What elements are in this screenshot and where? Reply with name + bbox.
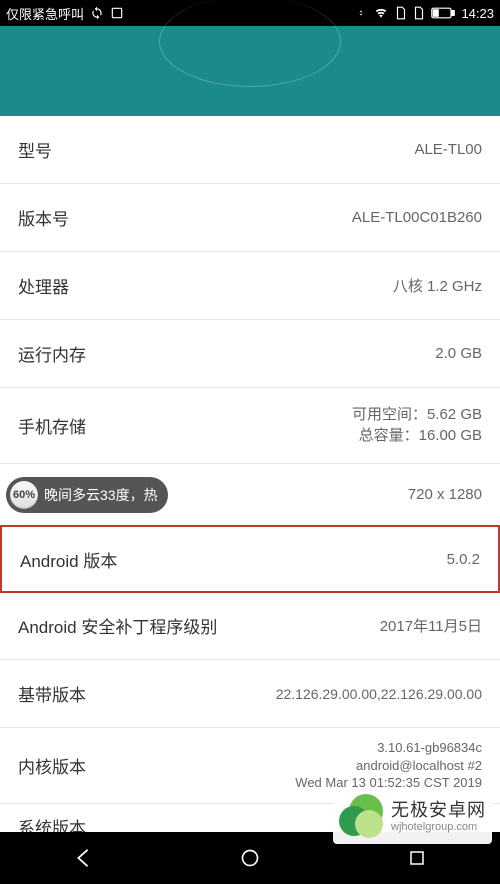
label-build: 版本号 xyxy=(18,205,69,230)
watermark: 无极安卓网 wjhotelgroup.com xyxy=(333,790,492,844)
sync-icon xyxy=(90,6,104,20)
row-ram[interactable]: 运行内存 2.0 GB xyxy=(0,320,500,388)
label-model: 型号 xyxy=(18,137,52,162)
value-resolution: 720 x 1280 xyxy=(408,486,482,503)
data-icon xyxy=(355,7,367,19)
row-baseband[interactable]: 基带版本 22.126.29.00.00,22.126.29.00.00 xyxy=(0,660,500,728)
watermark-logo-icon xyxy=(339,794,385,840)
watermark-url: wjhotelgroup.com xyxy=(391,821,486,833)
label-ram: 运行内存 xyxy=(18,341,86,366)
bubble-text: 晚间多云33度，热 xyxy=(44,485,158,505)
bubble-percent: 60% xyxy=(10,481,38,509)
value-ram: 2.0 GB xyxy=(435,345,482,362)
row-cpu[interactable]: 处理器 八核 1.2 GHz xyxy=(0,252,500,320)
row-storage[interactable]: 手机存储 可用空间：5.62 GB 总容量：16.00 GB xyxy=(0,388,500,464)
value-cpu: 八核 1.2 GHz xyxy=(393,275,482,296)
about-phone-panel: 型号 ALE-TL00 版本号 ALE-TL00C01B260 处理器 八核 1… xyxy=(0,116,500,849)
screenshot-icon xyxy=(110,6,124,20)
battery-icon xyxy=(431,7,455,19)
about-header xyxy=(0,26,500,116)
value-patch: 2017年11月5日 xyxy=(380,615,482,636)
label-patch: Android 安全补丁程序级别 xyxy=(18,613,217,638)
row-resolution[interactable]: 60% 晚间多云33度，热 720 x 1280 xyxy=(0,464,500,526)
recent-apps-button[interactable] xyxy=(402,843,432,873)
back-button[interactable] xyxy=(68,843,98,873)
value-android: 5.0.2 xyxy=(447,551,480,568)
value-build: ALE-TL00C01B260 xyxy=(352,209,482,226)
row-build-number[interactable]: 版本号 ALE-TL00C01B260 xyxy=(0,184,500,252)
label-cpu: 处理器 xyxy=(18,273,69,298)
carrier-text: 仅限紧急呼叫 xyxy=(6,4,84,23)
value-baseband: 22.126.29.00.00,22.126.29.00.00 xyxy=(276,686,482,702)
label-storage: 手机存储 xyxy=(18,413,86,438)
label-baseband: 基带版本 xyxy=(18,681,86,706)
value-storage: 可用空间：5.62 GB 总容量：16.00 GB xyxy=(352,405,482,446)
watermark-title: 无极安卓网 xyxy=(391,801,486,821)
row-security-patch[interactable]: Android 安全补丁程序级别 2017年11月5日 xyxy=(0,592,500,660)
value-model: ALE-TL00 xyxy=(414,141,482,158)
sim2-icon xyxy=(413,6,425,20)
label-android: Android 版本 xyxy=(20,547,117,572)
home-button[interactable] xyxy=(235,843,265,873)
wifi-icon xyxy=(373,6,389,20)
row-model[interactable]: 型号 ALE-TL00 xyxy=(0,116,500,184)
label-kernel: 内核版本 xyxy=(18,753,86,778)
row-android-version[interactable]: Android 版本 5.0.2 xyxy=(0,525,500,593)
sim1-icon xyxy=(395,6,407,20)
clock-text: 14:23 xyxy=(461,6,494,21)
weather-bubble: 60% 晚间多云33度，热 xyxy=(6,477,168,513)
value-kernel: 3.10.61-gb96834c android@localhost #2 We… xyxy=(295,739,482,792)
